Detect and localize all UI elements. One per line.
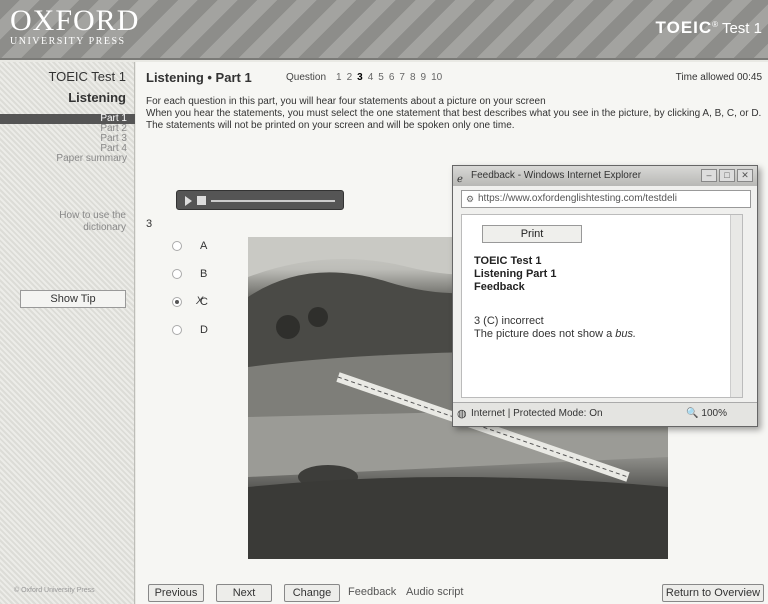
brand-suffix: Test 1 (721, 20, 762, 37)
question-link-2[interactable]: 2 (347, 72, 353, 83)
feedback-heading: TOEIC Test 1 Listening Part 1 Feedback (474, 255, 557, 294)
status-text: Internet | Protected Mode: On (471, 408, 603, 419)
change-button[interactable]: Change (284, 584, 340, 602)
logo-sub: UNIVERSITY PRESS (10, 36, 126, 47)
question-link-9[interactable]: 9 (421, 72, 427, 83)
sidebar-item-paper-summary[interactable]: Paper summary (0, 154, 135, 164)
feedback-content: Print TOEIC Test 1 Listening Part 1 Feed… (461, 214, 743, 398)
sidebar-parts: Part 1 Part 2 Part 3 Part 4 Paper summar… (0, 114, 135, 164)
header-banner: OXFORD UNIVERSITY PRESS TOEIC® Test 1 (0, 0, 768, 60)
window-title: Feedback - Windows Internet Explorer (471, 170, 642, 181)
previous-button[interactable]: Previous (148, 584, 204, 602)
feedback-heading-test: TOEIC Test 1 (474, 255, 542, 267)
question-link-6[interactable]: 6 (389, 72, 395, 83)
instruction-line-3: The statements will not be printed on yo… (146, 120, 515, 131)
instruction-line-1: For each question in this part, you will… (146, 96, 546, 107)
option-b-label: B (200, 268, 208, 280)
feedback-link[interactable]: Feedback (348, 586, 396, 598)
dictionary-link-line-1: How to use the (59, 210, 126, 221)
audio-progress-track[interactable] (211, 200, 335, 202)
stop-icon[interactable] (197, 196, 206, 205)
question-link-7[interactable]: 7 (399, 72, 405, 83)
globe-icon: ◍ (457, 408, 467, 420)
option-b[interactable]: B (172, 268, 207, 280)
option-d-label: D (200, 324, 208, 336)
result-explanation: The picture does not show a bus. (474, 328, 636, 341)
radio-a[interactable] (172, 241, 182, 251)
radio-b[interactable] (172, 269, 182, 279)
radio-d[interactable] (172, 325, 182, 335)
feedback-window: ℯ Feedback - Windows Internet Explorer –… (452, 165, 758, 427)
logo-main: OXFORD (10, 4, 140, 37)
feedback-result: 3 (C) incorrect The picture does not sho… (474, 315, 636, 341)
page-title: Listening • Part 1 (146, 70, 252, 85)
sidebar-section: Listening (68, 90, 126, 105)
question-link-5[interactable]: 5 (378, 72, 384, 83)
radio-c[interactable] (172, 297, 182, 307)
question-label: Question (286, 72, 327, 83)
maximize-icon[interactable]: □ (719, 169, 735, 182)
option-c[interactable]: X C (172, 295, 208, 308)
zoom-value: 100% (701, 408, 727, 419)
close-icon[interactable]: ✕ (737, 169, 753, 182)
result-explanation-text: The picture does not show a (474, 328, 616, 340)
dictionary-help-link[interactable]: How to use the dictionary (59, 210, 126, 234)
sidebar-title: TOEIC Test 1 (48, 69, 126, 84)
question-link-1[interactable]: 1 (336, 72, 342, 83)
next-button[interactable]: Next (216, 584, 272, 602)
option-a[interactable]: A (172, 240, 207, 252)
question-nav: 1 2 3 4 5 6 7 8 9 10 (336, 72, 442, 83)
instructions: For each question in this part, you will… (146, 96, 766, 132)
sidebar: TOEIC Test 1 Listening Part 1 Part 2 Par… (0, 62, 135, 604)
window-controls: – □ ✕ (701, 169, 753, 182)
question-link-3[interactable]: 3 (357, 72, 363, 83)
show-tip-button[interactable]: Show Tip (20, 290, 126, 308)
return-overview-button[interactable]: Return to Overview (662, 584, 764, 602)
audio-player (176, 190, 344, 210)
wrong-mark-icon: X (196, 295, 204, 307)
dictionary-link-line-2: dictionary (83, 222, 126, 233)
address-url: https://www.oxfordenglishtesting.com/tes… (478, 193, 677, 204)
feedback-heading-part: Listening Part 1 (474, 268, 557, 280)
option-a-label: A (200, 240, 208, 252)
question-number: 3 (146, 218, 153, 230)
minimize-icon[interactable]: – (701, 169, 717, 182)
result-status: 3 (C) incorrect (474, 315, 544, 327)
question-link-8[interactable]: 8 (410, 72, 416, 83)
print-button[interactable]: Print (482, 225, 582, 243)
time-allowed: Time allowed 00:45 (675, 72, 762, 83)
zoom-level[interactable]: 🔍 100% (686, 403, 727, 425)
status-bar: ◍ Internet | Protected Mode: On 🔍 100% (453, 402, 757, 426)
play-icon[interactable] (185, 196, 192, 206)
ie-icon: ℯ (457, 174, 463, 185)
brand-name: TOEIC (655, 18, 713, 37)
question-link-4[interactable]: 4 (368, 72, 374, 83)
result-explanation-emphasis: bus. (615, 328, 637, 340)
page-icon: ⚙ (466, 194, 475, 204)
audio-script-link[interactable]: Audio script (406, 586, 463, 598)
oxford-logo: OXFORD UNIVERSITY PRESS (10, 4, 140, 48)
vertical-scrollbar[interactable] (730, 215, 742, 397)
feedback-heading-title: Feedback (474, 281, 525, 293)
instruction-line-2: When you hear the statements, you must s… (146, 108, 762, 119)
question-link-10[interactable]: 10 (431, 72, 442, 83)
test-brand: TOEIC® Test 1 (655, 18, 762, 37)
copyright: © Oxford University Press (14, 587, 95, 594)
option-d[interactable]: D (172, 324, 208, 336)
address-bar[interactable]: ⚙ https://www.oxfordenglishtesting.com/t… (461, 190, 751, 208)
window-title-bar[interactable]: ℯ Feedback - Windows Internet Explorer –… (453, 166, 757, 186)
